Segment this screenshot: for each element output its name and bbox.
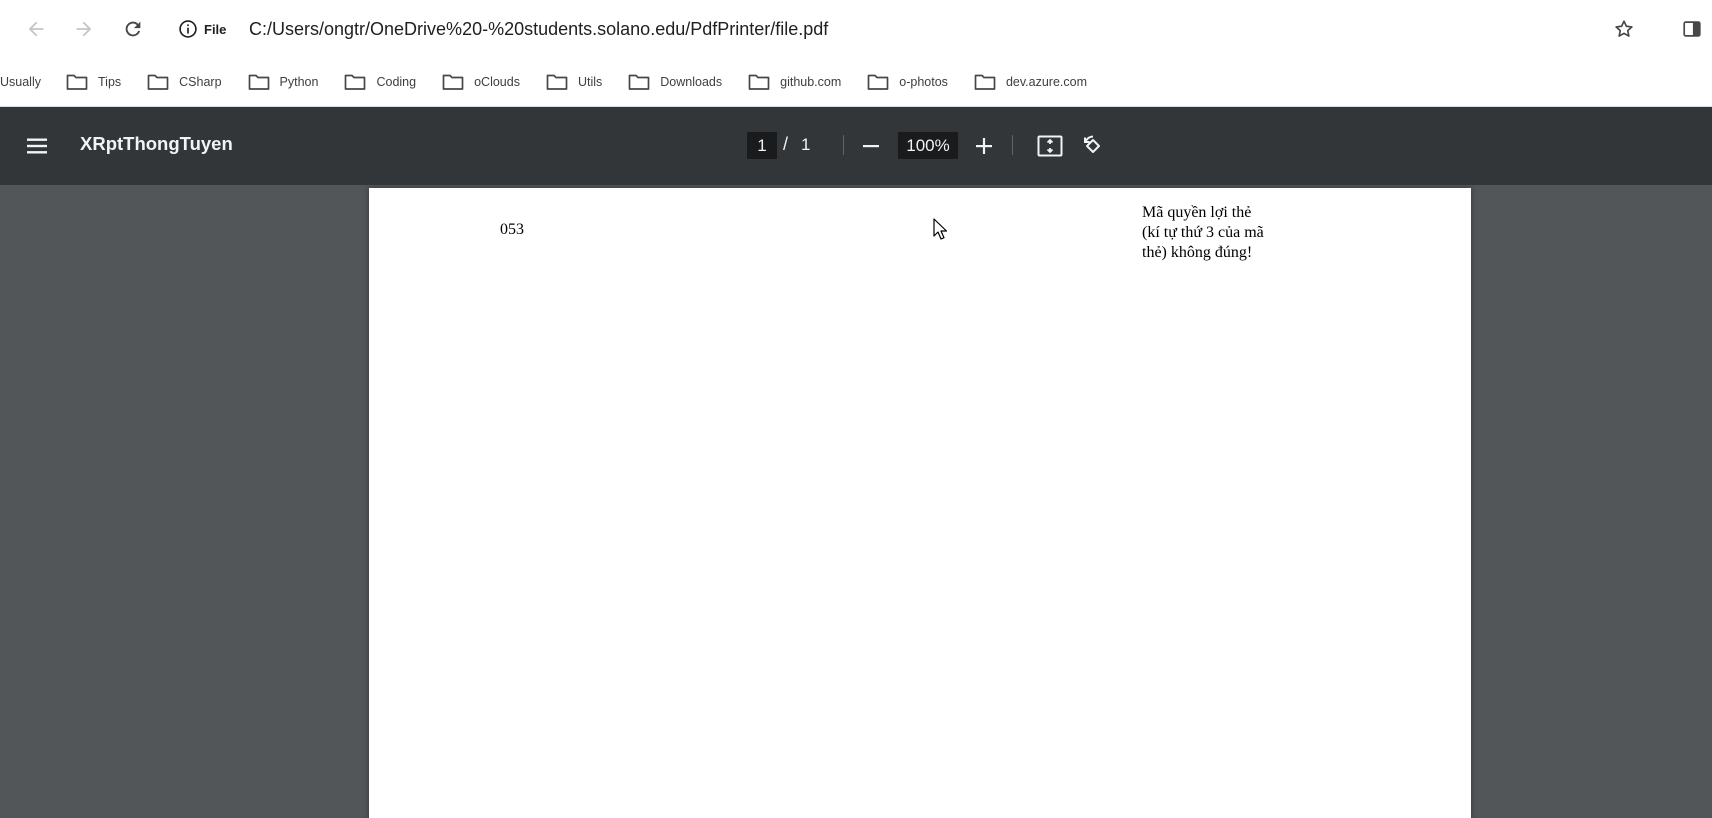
side-panel-button[interactable] <box>1672 9 1712 49</box>
bookmark-label: github.com <box>780 75 842 89</box>
bookmark-star-button[interactable] <box>1604 9 1644 49</box>
plus-icon <box>976 138 992 154</box>
browser-toolbar: File C:/Users/ongtr/OneDrive%20-%20stude… <box>0 0 1712 58</box>
folder-icon <box>66 74 88 90</box>
arrow-left-icon <box>28 21 44 37</box>
bookmark-tips[interactable]: Tips <box>52 67 133 97</box>
pdf-toolbar: XRptThongTuyen 1 / 1 100% <box>0 107 1712 185</box>
side-panel-icon <box>1683 21 1701 37</box>
bookmark-usually[interactable]: Usually <box>0 67 52 97</box>
report-code-cell: 053 <box>500 221 524 238</box>
back-button[interactable] <box>16 9 56 49</box>
toolbar-divider <box>1012 135 1013 155</box>
bookmark-label: Python <box>279 75 319 89</box>
bookmark-label: dev.azure.com <box>1005 75 1087 89</box>
site-info-label: File <box>204 21 227 37</box>
address-bar[interactable]: C:/Users/ongtr/OneDrive%20-%20students.s… <box>249 16 828 42</box>
bookmark-utils[interactable]: Utils <box>532 67 614 97</box>
bookmark-o-photos[interactable]: o-photos <box>853 67 960 97</box>
folder-icon <box>546 74 568 90</box>
bookmark-downloads[interactable]: Downloads <box>614 67 734 97</box>
bookmark-coding[interactable]: Coding <box>330 67 428 97</box>
bookmark-label: Usually <box>0 75 41 89</box>
bookmark-label: Coding <box>376 75 417 89</box>
arrow-right-icon <box>76 21 92 37</box>
mouse-cursor-icon <box>933 218 947 240</box>
fit-to-page-icon <box>1037 135 1063 157</box>
page-number-input[interactable]: 1 <box>747 132 777 159</box>
bookmark-csharp[interactable]: CSharp <box>133 67 233 97</box>
bookmark-label: Tips <box>98 75 122 89</box>
bookmark-label: CSharp <box>179 75 222 89</box>
forward-button[interactable] <box>64 9 104 49</box>
reload-icon <box>125 21 141 37</box>
reload-button[interactable] <box>113 9 153 49</box>
folder-icon <box>867 74 889 90</box>
bookmark-oclouds[interactable]: oClouds <box>428 67 532 97</box>
folder-icon <box>147 74 169 90</box>
fit-to-page-button[interactable] <box>1033 129 1067 163</box>
page-separator: / <box>783 134 789 154</box>
site-info-chip[interactable]: File <box>178 15 226 43</box>
pdf-viewer-area[interactable]: 053 Mã quyền lợi thẻ (kí tự thứ 3 của mã… <box>0 185 1712 818</box>
folder-icon <box>345 74 366 90</box>
info-icon <box>179 20 197 38</box>
bookmark-dev-azure[interactable]: dev.azure.com <box>960 67 1099 97</box>
folder-icon <box>628 74 650 90</box>
minus-icon <box>863 145 879 148</box>
toolbar-divider <box>843 135 844 155</box>
star-icon <box>1615 20 1633 37</box>
bookmarks-bar: Usually Tips CSharp Python Coding oCloud… <box>0 58 1712 107</box>
folder-icon <box>974 74 996 90</box>
zoom-out-button[interactable] <box>854 129 888 163</box>
report-message-cell: Mã quyền lợi thẻ (kí tự thứ 3 của mã thẻ… <box>1142 204 1264 261</box>
folder-icon <box>442 74 464 90</box>
menu-button[interactable] <box>20 129 54 163</box>
bookmark-label: Utils <box>577 75 603 89</box>
bookmark-python[interactable]: Python <box>234 67 331 97</box>
rotate-icon <box>1084 135 1100 153</box>
bookmark-label: o-photos <box>899 75 948 89</box>
page-total: 1 <box>801 135 811 154</box>
bookmark-label: Downloads <box>660 75 723 89</box>
pdf-page: 053 Mã quyền lợi thẻ (kí tự thứ 3 của mã… <box>369 188 1471 818</box>
document-title: XRptThongTuyen <box>80 133 233 154</box>
menu-icon <box>27 138 47 154</box>
zoom-level-input[interactable]: 100% <box>898 132 958 159</box>
rotate-button[interactable] <box>1076 129 1110 163</box>
bookmark-label: oClouds <box>474 75 520 89</box>
zoom-in-button[interactable] <box>967 129 1001 163</box>
folder-icon <box>748 74 770 90</box>
folder-icon <box>248 74 269 90</box>
bookmark-github[interactable]: github.com <box>734 67 853 97</box>
